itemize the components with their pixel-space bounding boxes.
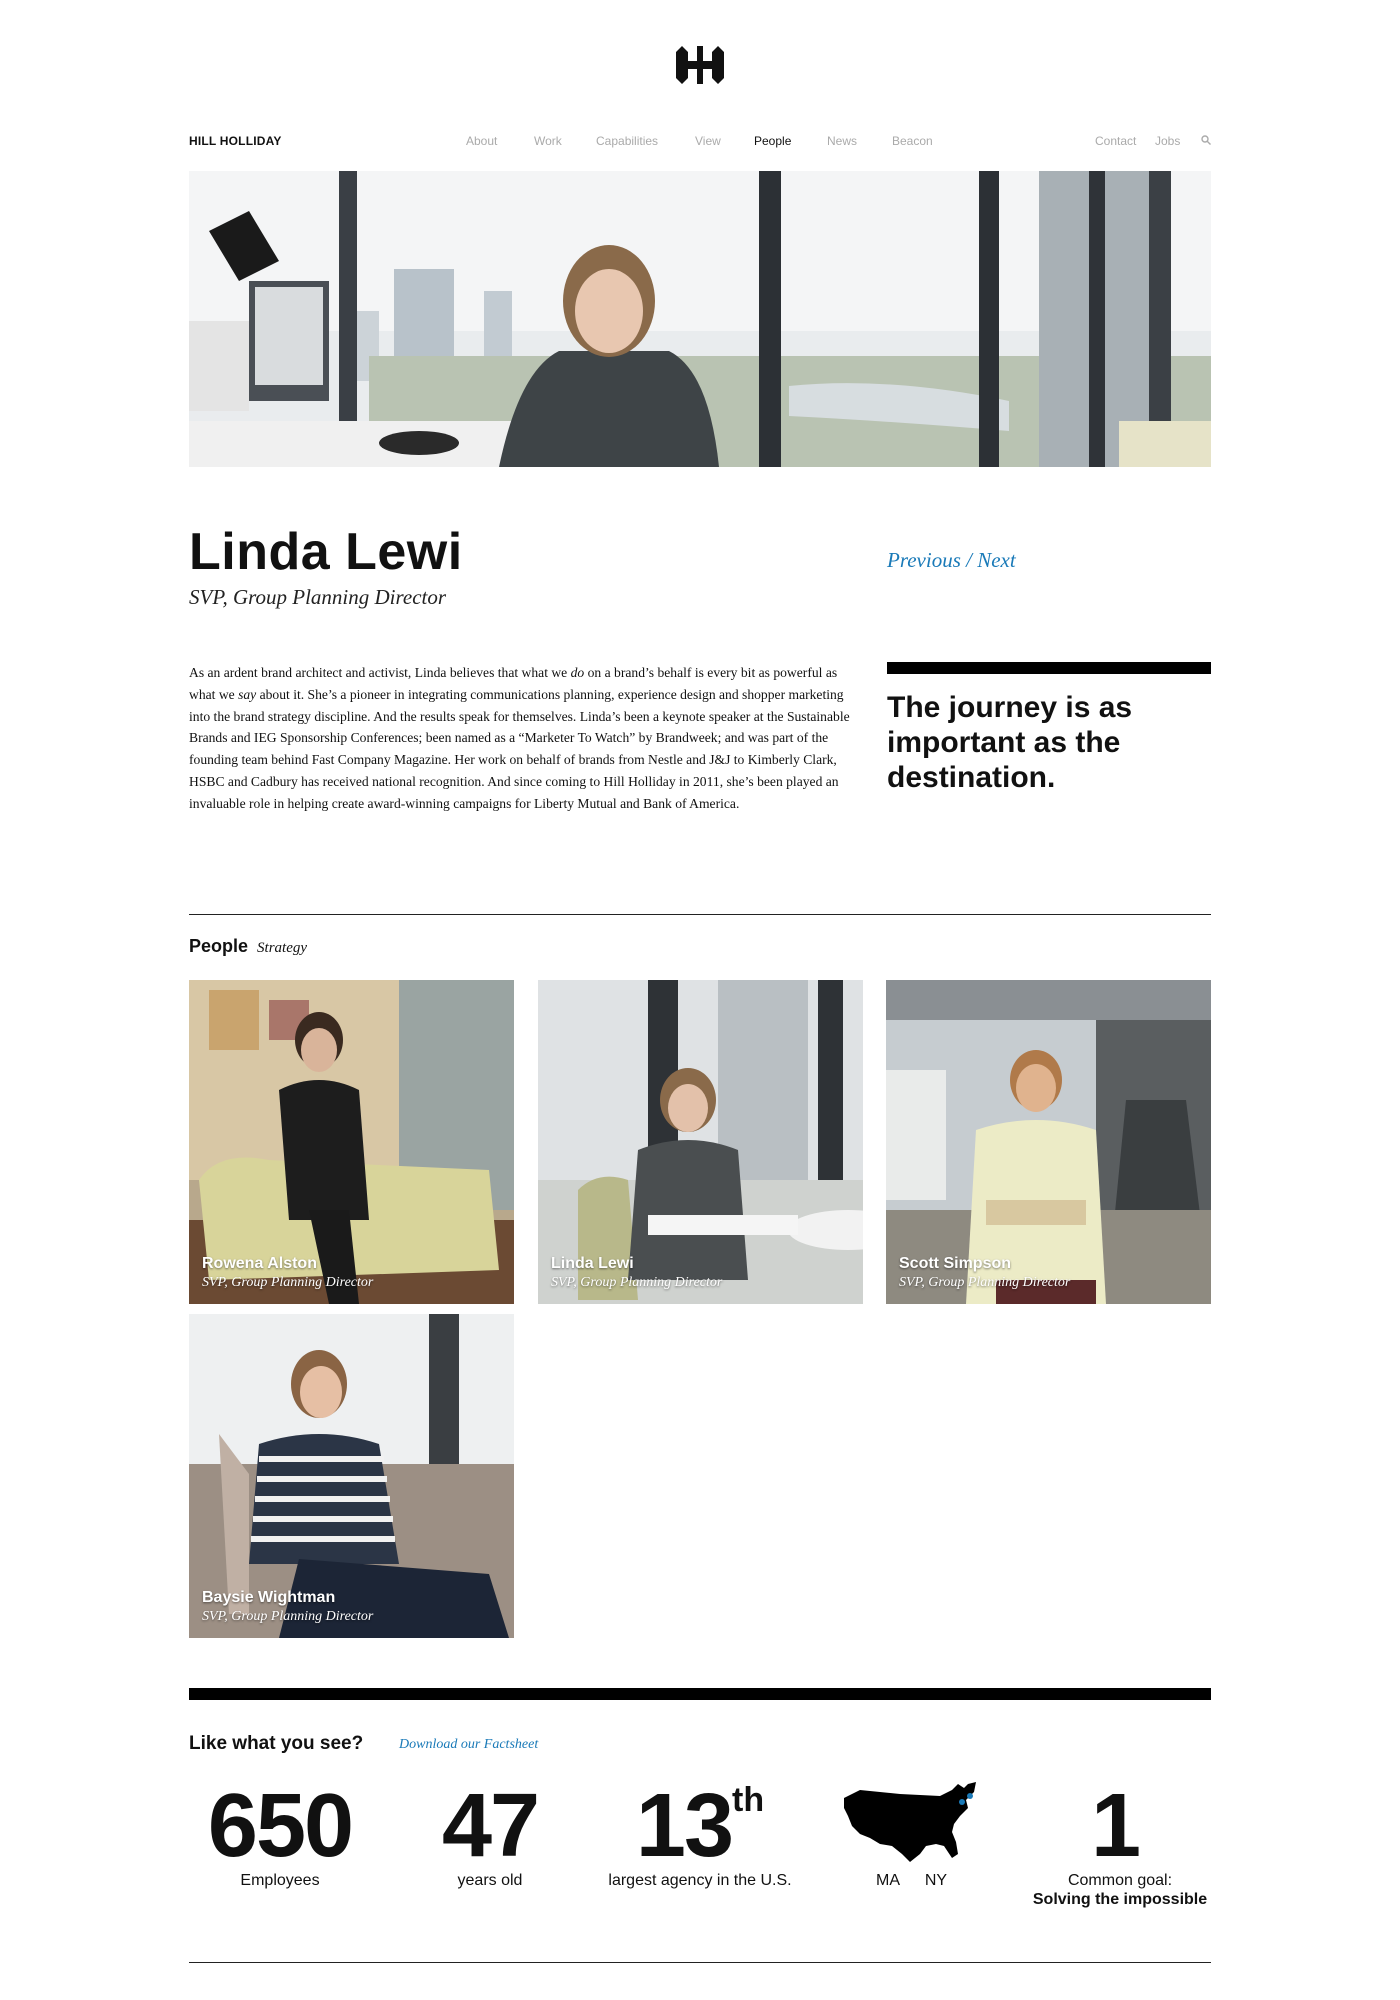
nav-item-work[interactable]: Work bbox=[534, 134, 562, 148]
nav-item-contact[interactable]: Contact bbox=[1095, 134, 1136, 148]
bio-text: about it. She’s a pioneer in integrating… bbox=[189, 686, 850, 811]
person-card-role: SVP, Group Planning Director bbox=[202, 1275, 374, 1290]
facts-heading: Like what you see? bbox=[189, 1733, 364, 1754]
nav-item-about[interactable]: About bbox=[466, 134, 497, 148]
people-heading: People Strategy bbox=[189, 936, 307, 957]
section-divider bbox=[189, 1962, 1211, 1963]
stat-goal-bold: Solving the impossible bbox=[1032, 1891, 1208, 1908]
nav-item-people[interactable]: People bbox=[754, 134, 791, 148]
person-card-name: Rowena Alston bbox=[202, 1255, 317, 1272]
bio-emphasis: say bbox=[238, 686, 257, 702]
nav-item-capabilities[interactable]: Capabilities bbox=[596, 134, 658, 148]
profile-bio: As an ardent brand architect and activis… bbox=[189, 662, 853, 815]
person-card[interactable]: Scott Simpson SVP, Group Planning Direct… bbox=[886, 980, 1211, 1304]
bio-emphasis: do bbox=[570, 665, 585, 680]
previous-link[interactable]: Previous bbox=[887, 548, 961, 572]
brand-wordmark[interactable]: HILL HOLLIDAY bbox=[189, 134, 282, 148]
pull-quote: The journey is as important as the desti… bbox=[887, 691, 1133, 794]
person-card-role: SVP, Group Planning Director bbox=[202, 1609, 374, 1624]
search-icon[interactable] bbox=[1201, 135, 1211, 145]
separator: / bbox=[960, 548, 978, 572]
stat-employees-label: Employees bbox=[240, 1872, 320, 1889]
nav-item-news[interactable]: News bbox=[827, 134, 857, 148]
people-category: Strategy bbox=[257, 940, 308, 956]
people-heading-label: People bbox=[189, 936, 249, 956]
person-card-role: SVP, Group Planning Director bbox=[551, 1275, 723, 1290]
stat-goal-number: 1 bbox=[1090, 1776, 1141, 1876]
main-nav: HILL HOLLIDAY About Work Capabilities Vi… bbox=[189, 130, 1211, 152]
stat-age-number: 47 bbox=[441, 1776, 540, 1876]
download-factsheet-link[interactable]: Download our Factsheet bbox=[399, 1737, 538, 1753]
stat-rank-suffix: th bbox=[732, 1781, 765, 1819]
nav-item-view[interactable]: View bbox=[695, 134, 721, 148]
person-card-role: SVP, Group Planning Director bbox=[899, 1275, 1071, 1290]
section-divider bbox=[189, 914, 1211, 915]
hero-portrait-photo bbox=[189, 171, 1211, 467]
profile-title: SVP, Group Planning Director bbox=[189, 585, 447, 609]
nav-item-beacon[interactable]: Beacon bbox=[892, 134, 933, 148]
stat-employees-number: 650 bbox=[207, 1776, 354, 1876]
person-card-name: Scott Simpson bbox=[899, 1255, 1012, 1272]
person-card[interactable]: Rowena Alston SVP, Group Planning Direct… bbox=[189, 980, 514, 1304]
stat-goal-label: Common goal: bbox=[1067, 1872, 1173, 1889]
stat-rank-label: largest agency in the U.S. bbox=[608, 1872, 792, 1889]
pagination: Previous / Next bbox=[887, 548, 1016, 573]
quote-divider bbox=[887, 662, 1211, 674]
person-card[interactable]: Baysie Wightman SVP, Group Planning Dire… bbox=[189, 1314, 514, 1638]
usa-map-icon bbox=[844, 1782, 976, 1862]
profile-name: Linda Lewi bbox=[189, 523, 463, 581]
stat-map-label-ny: NY bbox=[924, 1872, 948, 1889]
nav-item-jobs[interactable]: Jobs bbox=[1155, 134, 1180, 148]
stat-age-label: years old bbox=[457, 1872, 523, 1889]
person-card-name: Baysie Wightman bbox=[202, 1589, 336, 1606]
stat-rank-value: 13 bbox=[635, 1776, 734, 1876]
bio-text: As an ardent brand architect and activis… bbox=[189, 665, 571, 680]
next-link[interactable]: Next bbox=[977, 548, 1015, 572]
person-card-name: Linda Lewi bbox=[551, 1255, 634, 1272]
hill-holliday-logo-icon[interactable] bbox=[674, 46, 726, 84]
stat-map-label-ma: MA bbox=[876, 1872, 900, 1889]
person-card[interactable]: Linda Lewi SVP, Group Planning Director bbox=[538, 980, 863, 1304]
facts-divider bbox=[189, 1688, 1211, 1700]
stat-rank-number: 13th bbox=[600, 1775, 800, 1878]
